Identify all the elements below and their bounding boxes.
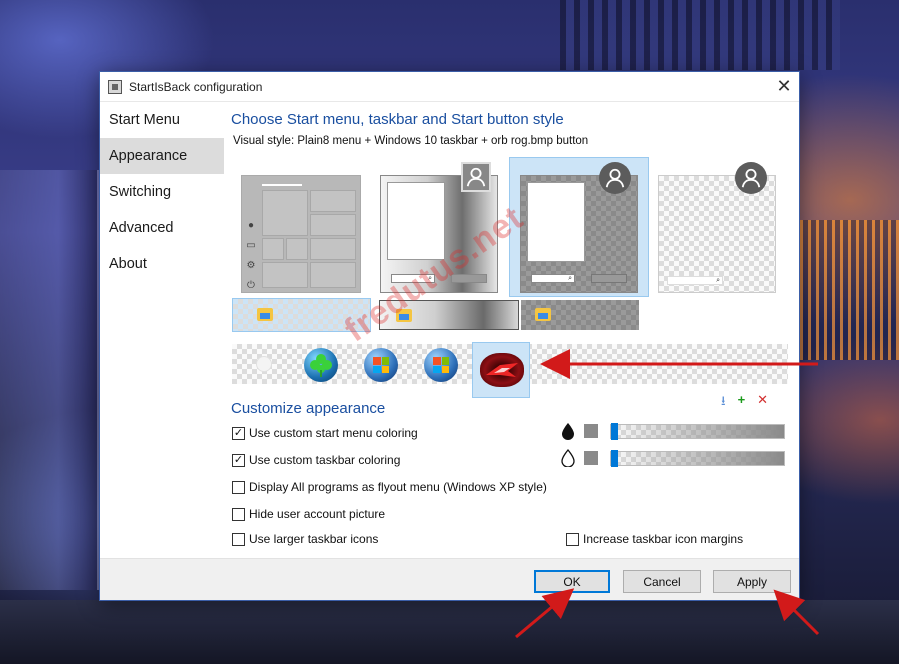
explorer-icon: ▭ (246, 240, 256, 251)
title-bar[interactable]: StartIsBack configuration ✕ (100, 72, 799, 102)
option-increase-icon-margins[interactable]: Increase taskbar icon margins (566, 532, 743, 546)
orb-rog-selected[interactable] (472, 342, 530, 398)
orb-clover-icon[interactable] (304, 348, 338, 382)
preview-tile (286, 238, 308, 260)
slider-thumb[interactable] (611, 422, 618, 440)
option-label: Use custom taskbar coloring (249, 453, 401, 467)
shutdown-preview (591, 274, 627, 283)
option-hide-user-picture[interactable]: Hide user account picture (232, 507, 385, 521)
user-icon: ● (247, 220, 255, 231)
checkbox[interactable] (232, 480, 245, 494)
preview-tile (262, 238, 284, 260)
option-larger-taskbar-icons[interactable]: Use larger taskbar icons (232, 532, 378, 546)
option-label: Use larger taskbar icons (249, 532, 379, 546)
orb-windows7-icon[interactable] (364, 348, 398, 382)
orb-default-icon[interactable] (256, 356, 272, 372)
window-title: StartIsBack configuration (129, 79, 263, 94)
option-label: Display All programs as flyout menu (Win… (249, 480, 547, 494)
appearance-panel: Choose Start menu, taskbar and Start but… (224, 102, 801, 558)
outline-drop-icon (561, 449, 575, 467)
taskbar-color-row (560, 449, 785, 467)
slider-gradient (611, 451, 784, 465)
start-orb-strip (232, 342, 788, 398)
start-menu-color-row (560, 422, 785, 440)
preview-tile (310, 238, 356, 260)
option-custom-taskbar-coloring[interactable]: ✓ Use custom taskbar coloring (232, 453, 400, 467)
start-style-transparent[interactable]: ⌕ (658, 162, 776, 293)
background-blinds (560, 0, 840, 70)
orb-toolbar: ⭳ + ✕ (721, 392, 768, 414)
settings-icon: ⚙ (246, 260, 256, 271)
config-window: StartIsBack configuration ✕ Start Menu A… (99, 71, 800, 601)
opacity-slider[interactable] (610, 422, 785, 440)
start-style-plain8[interactable]: ⌕ (520, 162, 638, 293)
orb-rog-icon (480, 353, 524, 387)
opacity-slider[interactable] (610, 449, 785, 467)
apply-button[interactable]: Apply (713, 570, 791, 593)
power-icon: ⏻ (247, 280, 255, 291)
dialog-footer: OK Cancel Apply (100, 558, 799, 600)
menu-panel (527, 182, 585, 262)
sidebar-item-about[interactable]: About (100, 246, 224, 282)
checkbox[interactable]: ✓ (232, 426, 245, 440)
option-label: Hide user account picture (249, 507, 386, 521)
preview-tile (262, 262, 308, 288)
checkbox[interactable] (232, 532, 245, 546)
option-label: Increase taskbar icon margins (583, 532, 744, 546)
folder-icon (535, 308, 551, 321)
background-pc-case (0, 170, 100, 590)
download-icon[interactable]: ⭳ (721, 392, 726, 414)
search-box-preview: ⌕ (391, 274, 435, 283)
user-avatar-icon (461, 162, 491, 192)
search-box-preview: ⌕ (667, 276, 723, 285)
option-label: Use custom start menu coloring (249, 426, 418, 440)
color-swatch[interactable] (584, 451, 598, 465)
slider-thumb[interactable] (611, 449, 618, 467)
sidebar-item-switching[interactable]: Switching (100, 174, 224, 210)
visual-style-label: Visual style: Plain8 menu + Windows 10 t… (233, 135, 589, 147)
orb-windows7-alt-icon[interactable] (424, 348, 458, 382)
sidebar-item-advanced[interactable]: Advanced (100, 210, 224, 246)
folder-icon (257, 308, 273, 321)
cancel-button[interactable]: Cancel (623, 570, 701, 593)
start-style-windows10[interactable]: ● ▭ ⚙ ⏻ (241, 175, 361, 293)
preview-tile (310, 262, 356, 288)
customize-heading: Customize appearance (231, 400, 386, 417)
user-avatar-icon (735, 162, 767, 194)
filled-drop-icon (562, 423, 574, 440)
preview-tile (310, 214, 356, 236)
taskbar-style-plain8[interactable] (521, 300, 639, 330)
sidebar-item-appearance[interactable]: Appearance (100, 138, 224, 174)
checkbox[interactable]: ✓ (232, 453, 245, 467)
style-preview-line (262, 184, 302, 186)
menu-panel (387, 182, 445, 260)
preview-tile (310, 190, 356, 212)
background-lights (800, 220, 899, 360)
option-flyout-all-programs[interactable]: Display All programs as flyout menu (Win… (232, 480, 547, 494)
taskbar-style-windows10[interactable] (232, 298, 371, 332)
remove-icon[interactable]: ✕ (757, 392, 768, 414)
shutdown-preview (451, 274, 487, 283)
color-swatch[interactable] (584, 424, 598, 438)
checkbox[interactable] (566, 532, 579, 546)
background-desk (0, 600, 899, 664)
style-heading: Choose Start menu, taskbar and Start but… (231, 111, 564, 128)
option-custom-start-coloring[interactable]: ✓ Use custom start menu coloring (232, 426, 418, 440)
folder-icon (396, 309, 412, 322)
sidebar: Start Menu Appearance Switching Advanced… (100, 102, 224, 558)
slider-gradient (611, 424, 784, 438)
sidebar-item-start-menu[interactable]: Start Menu (100, 102, 224, 138)
search-box-preview: ⌕ (531, 274, 575, 283)
checkbox[interactable] (232, 507, 245, 521)
taskbar-style-windows7[interactable] (379, 300, 519, 330)
close-button[interactable]: ✕ (769, 72, 799, 102)
add-icon[interactable]: + (738, 392, 746, 414)
app-icon (108, 79, 122, 94)
ok-button[interactable]: OK (534, 570, 610, 593)
preview-tile (262, 190, 308, 236)
start-style-windows7[interactable]: ⌕ (380, 162, 498, 293)
user-avatar-icon (599, 162, 631, 194)
